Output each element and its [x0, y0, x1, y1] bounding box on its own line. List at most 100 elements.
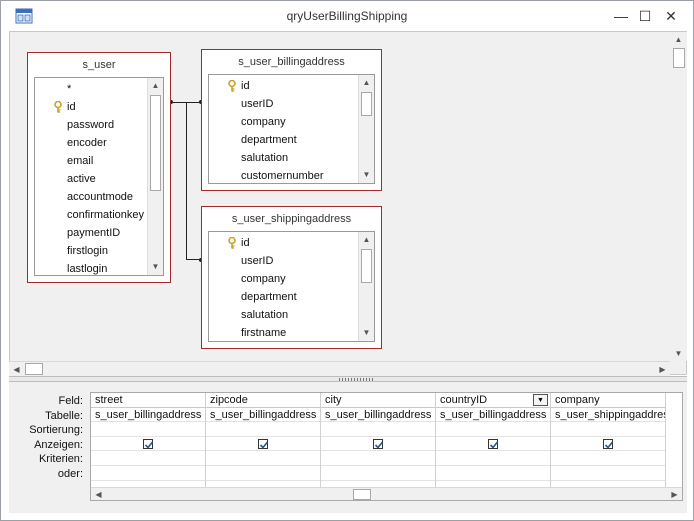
table-s-user-shippingaddress[interactable]: s_user_shippingaddress id userID company de…	[201, 206, 382, 349]
table-title[interactable]: s_user	[28, 59, 170, 71]
scroll-up-arrow[interactable]: ▲	[148, 78, 163, 94]
scroll-up-arrow[interactable]: ▲	[359, 232, 374, 248]
field-item[interactable]: userID	[209, 95, 358, 113]
scroll-down-arrow[interactable]: ▼	[148, 259, 163, 275]
grid-cell-anzeigen[interactable]	[91, 437, 205, 452]
scroll-thumb[interactable]	[361, 92, 372, 116]
grid-cell-kriterien[interactable]	[436, 451, 550, 466]
grid-cell-feld[interactable]: zipcode	[206, 393, 320, 408]
grid-cell-oder[interactable]	[436, 466, 550, 481]
table-s-user[interactable]: s_user * id password encoder email active acco…	[27, 52, 171, 283]
grid-cell-kriterien[interactable]	[206, 451, 320, 466]
show-checkbox[interactable]	[488, 438, 499, 449]
field-item[interactable]: department	[209, 288, 358, 306]
field-item[interactable]: encoder	[35, 134, 147, 152]
grid-cell-sortierung[interactable]	[321, 422, 435, 437]
table-title[interactable]: s_user_shippingaddress	[202, 213, 381, 225]
field-item[interactable]: email	[35, 152, 147, 170]
field-item[interactable]: firstname	[209, 324, 358, 341]
grid-cell-oder[interactable]	[206, 466, 320, 481]
field-list[interactable]: * id password encoder email active accountmode…	[34, 77, 164, 276]
grid-cell-kriterien[interactable]	[551, 451, 665, 466]
grid-horizontal-scrollbar[interactable]: ◀ ▶	[91, 487, 682, 500]
minimize-button[interactable]: —	[611, 7, 631, 25]
scroll-down-arrow[interactable]: ▼	[671, 346, 686, 361]
grid-cell-oder[interactable]	[321, 466, 435, 481]
design-horizontal-scrollbar[interactable]: ◀ ▶	[9, 361, 670, 376]
field-item[interactable]: id	[35, 98, 147, 116]
grid-cell-feld[interactable]: city	[321, 393, 435, 408]
field-item[interactable]: id	[209, 234, 358, 252]
scroll-right-arrow[interactable]: ▶	[655, 362, 670, 377]
field-list[interactable]: id userID company department salutation first…	[208, 231, 375, 342]
scroll-thumb[interactable]	[25, 363, 43, 375]
field-item[interactable]: department	[209, 131, 358, 149]
show-checkbox[interactable]	[143, 438, 154, 449]
grid-cell-feld[interactable]: street	[91, 393, 205, 408]
grid-cell-feld[interactable]: countryID ▼	[436, 393, 550, 408]
field-item[interactable]: lastlogin	[35, 260, 147, 275]
scroll-thumb[interactable]	[361, 249, 372, 283]
grid-cell-tabelle[interactable]: s_user_shippingaddress	[551, 408, 665, 423]
scroll-thumb[interactable]	[353, 489, 371, 500]
splitter-grip-icon[interactable]	[339, 378, 373, 381]
dropdown-arrow-icon[interactable]: ▼	[533, 394, 548, 406]
scroll-up-arrow[interactable]: ▲	[671, 32, 686, 47]
grid-cell-tabelle[interactable]: s_user_billingaddress	[206, 408, 320, 423]
field-item[interactable]: salutation	[209, 306, 358, 324]
field-item[interactable]: active	[35, 170, 147, 188]
grid-column[interactable]: countryID ▼ s_user_billingaddress	[436, 393, 551, 487]
grid-cell-anzeigen[interactable]	[321, 437, 435, 452]
vertical-scrollbar[interactable]: ▲ ▼	[358, 75, 374, 183]
field-list[interactable]: id userID company department salutation custo…	[208, 74, 375, 184]
grid-cell-tabelle[interactable]: s_user_billingaddress	[91, 408, 205, 423]
show-checkbox[interactable]	[258, 438, 269, 449]
table-title[interactable]: s_user_billingaddress	[202, 56, 381, 68]
vertical-scrollbar[interactable]: ▲ ▼	[147, 78, 163, 275]
field-item[interactable]: confirmationkey	[35, 206, 147, 224]
field-item[interactable]: id	[209, 77, 358, 95]
close-button[interactable]: ✕	[661, 7, 681, 25]
field-item[interactable]: salutation	[209, 149, 358, 167]
grid-cell-sortierung[interactable]	[436, 422, 550, 437]
show-checkbox[interactable]	[603, 438, 614, 449]
query-design-grid[interactable]: company s_user_shippingaddress countryID ▼ s…	[90, 392, 683, 501]
grid-column[interactable]: street s_user_billingaddress	[91, 393, 206, 487]
grid-cell-sortierung[interactable]	[91, 422, 205, 437]
field-item[interactable]: accountmode	[35, 188, 147, 206]
scroll-down-arrow[interactable]: ▼	[359, 325, 374, 341]
show-checkbox[interactable]	[373, 438, 384, 449]
scroll-up-arrow[interactable]: ▲	[359, 75, 374, 91]
grid-column[interactable]: city s_user_billingaddress	[321, 393, 436, 487]
maximize-button[interactable]: ☐	[635, 7, 655, 25]
scroll-left-arrow[interactable]: ◀	[91, 487, 106, 500]
scroll-right-arrow[interactable]: ▶	[667, 487, 682, 500]
grid-cell-tabelle[interactable]: s_user_billingaddress	[321, 408, 435, 423]
scroll-down-arrow[interactable]: ▼	[359, 167, 374, 183]
field-item[interactable]: userID	[209, 252, 358, 270]
field-item[interactable]: firstlogin	[35, 242, 147, 260]
field-item[interactable]: *	[35, 80, 147, 98]
table-s-user-billingaddress[interactable]: s_user_billingaddress id userID company dep…	[201, 49, 382, 191]
scroll-left-arrow[interactable]: ◀	[9, 362, 24, 377]
field-item[interactable]: company	[209, 113, 358, 131]
scroll-thumb[interactable]	[673, 48, 685, 68]
grid-cell-tabelle[interactable]: s_user_billingaddress	[436, 408, 550, 423]
grid-cell-anzeigen[interactable]	[206, 437, 320, 452]
grid-cell-kriterien[interactable]	[321, 451, 435, 466]
field-item[interactable]: customernumber	[209, 167, 358, 183]
grid-cell-oder[interactable]	[551, 466, 665, 481]
grid-cell-kriterien[interactable]	[91, 451, 205, 466]
grid-cell-sortierung[interactable]	[206, 422, 320, 437]
grid-cell-feld[interactable]: company	[551, 393, 665, 408]
title-bar[interactable]: qryUserBillingShipping — ☐ ✕	[1, 1, 693, 31]
design-vertical-scrollbar[interactable]: ▲ ▼	[671, 32, 687, 361]
field-item[interactable]: company	[209, 270, 358, 288]
vertical-scrollbar[interactable]: ▲ ▼	[358, 232, 374, 341]
grid-cell-anzeigen[interactable]	[551, 437, 665, 452]
grid-cell-oder[interactable]	[91, 466, 205, 481]
grid-cell-sortierung[interactable]	[551, 422, 665, 437]
field-item[interactable]: password	[35, 116, 147, 134]
grid-column[interactable]: company s_user_shippingaddress	[551, 393, 666, 487]
scroll-thumb[interactable]	[150, 95, 161, 191]
